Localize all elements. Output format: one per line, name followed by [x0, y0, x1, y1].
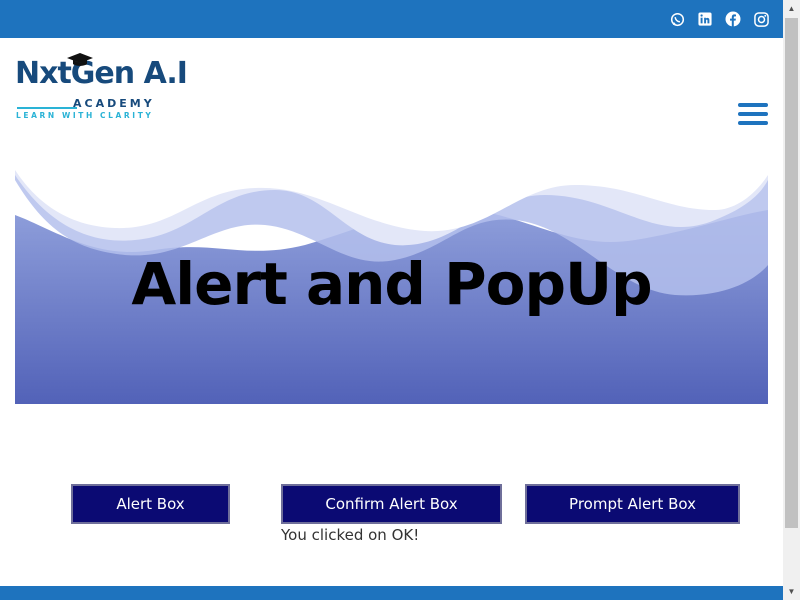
logo-main-text: NxtGen A.I [15, 56, 188, 91]
social-links [668, 10, 770, 28]
alert-box-button[interactable]: Alert Box [71, 484, 230, 524]
graduation-cap-icon [67, 53, 93, 66]
whatsapp-icon[interactable] [668, 10, 686, 28]
facebook-icon[interactable] [724, 10, 742, 28]
hamburger-menu-icon[interactable] [738, 103, 768, 127]
instagram-icon[interactable] [752, 10, 770, 28]
hero-banner: Alert and PopUp [15, 170, 768, 404]
vertical-scrollbar[interactable]: ▲ ▼ [783, 0, 800, 600]
logo-academy-text: ACADEMY [73, 97, 155, 110]
confirm-alert-box-button[interactable]: Confirm Alert Box [281, 484, 502, 524]
scroll-down-arrow-icon[interactable]: ▼ [783, 583, 800, 600]
linkedin-icon[interactable] [696, 10, 714, 28]
confirm-result-text: You clicked on OK! [281, 526, 420, 544]
prompt-alert-box-button[interactable]: Prompt Alert Box [525, 484, 740, 524]
logo-tagline: LEARN WITH CLARITY [16, 111, 154, 120]
top-bar [0, 0, 800, 38]
site-header: NxtGen A.I ACADEMY LEARN WITH CLARITY [0, 38, 783, 138]
page-title: Alert and PopUp [131, 250, 652, 318]
logo-underline [17, 107, 77, 109]
site-logo[interactable]: NxtGen A.I ACADEMY LEARN WITH CLARITY [15, 52, 188, 120]
footer-bar [0, 586, 783, 600]
scroll-up-arrow-icon[interactable]: ▲ [783, 0, 800, 17]
scrollbar-thumb[interactable] [785, 18, 798, 528]
